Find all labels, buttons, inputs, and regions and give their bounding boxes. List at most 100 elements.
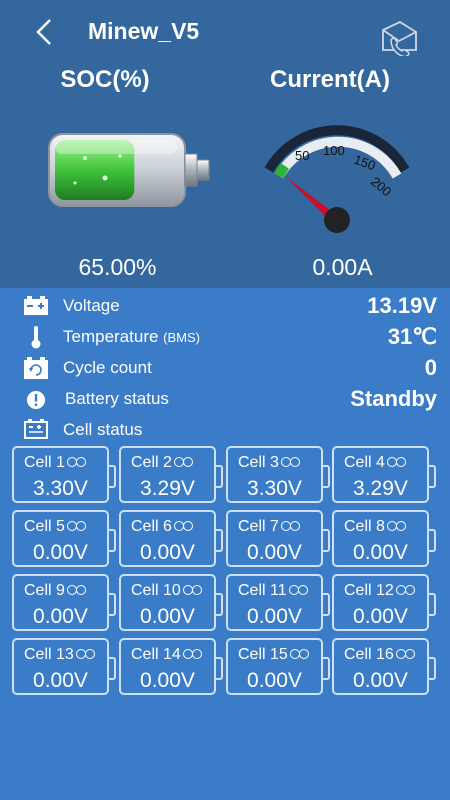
cell-label: Cell 12: [344, 582, 394, 600]
cell-label: Cell 7: [238, 518, 279, 536]
battery-status-value: Standby: [350, 386, 437, 411]
cell-card[interactable]: Cell 11 0.00V: [226, 574, 330, 631]
gauge-tick-100: 100: [323, 143, 345, 158]
cell-voltage: 3.29V: [140, 477, 195, 500]
gauge-tick-50: 50: [295, 148, 309, 163]
cell-label: Cell 6: [131, 518, 172, 536]
cell-voltage: 0.00V: [140, 669, 195, 692]
cell-card[interactable]: Cell 9 0.00V: [12, 574, 116, 631]
balance-indicator-icon: [395, 646, 415, 664]
cell-label: Cell 4: [344, 454, 385, 472]
cell-card[interactable]: Cell 5 0.00V: [12, 510, 116, 567]
balance-indicator-icon: [386, 518, 406, 536]
balance-indicator-icon: [280, 518, 300, 536]
cell-label: Cell 9: [24, 582, 65, 600]
current-value: 0.00A: [312, 254, 373, 280]
temperature-row: Temperature (BMS) 31℃: [0, 321, 450, 352]
cell-name: Cell 9: [14, 582, 107, 600]
cell-voltage: 0.00V: [247, 669, 302, 692]
thermometer-icon: [31, 326, 41, 349]
cycle-battery-icon: [24, 357, 48, 379]
envelope-phone-icon[interactable]: [380, 20, 418, 56]
cell-voltage: 0.00V: [353, 541, 408, 564]
cell-label: Cell 2: [131, 454, 172, 472]
cell-card[interactable]: Cell 2 3.29V: [119, 446, 223, 503]
cell-name: Cell 12: [334, 582, 427, 600]
cell-card[interactable]: Cell 12 0.00V: [332, 574, 436, 631]
cell-voltage: 0.00V: [33, 605, 88, 628]
cell-voltage: 0.00V: [353, 605, 408, 628]
alert-icon: [27, 391, 45, 409]
cell-name: Cell 7: [228, 518, 321, 536]
cell-card[interactable]: Cell 3 3.30V: [226, 446, 330, 503]
cell-card[interactable]: Cell 10 0.00V: [119, 574, 223, 631]
balance-indicator-icon: [75, 646, 95, 664]
cell-voltage: 3.30V: [33, 477, 88, 500]
cell-voltage: 0.00V: [33, 541, 88, 564]
voltage-row: Voltage 13.19V: [0, 290, 450, 321]
cell-card[interactable]: Cell 4 3.29V: [332, 446, 436, 503]
voltage-label: Voltage: [63, 296, 120, 315]
cell-card[interactable]: Cell 7 0.00V: [226, 510, 330, 567]
cell-label: Cell 3: [238, 454, 279, 472]
cell-voltage: 0.00V: [140, 605, 195, 628]
balance-indicator-icon: [182, 646, 202, 664]
cell-label: Cell 1: [24, 454, 65, 472]
cell-name: Cell 16: [334, 646, 427, 664]
balance-indicator-icon: [182, 582, 202, 600]
soc-label: SOC(%): [60, 66, 150, 93]
gauge-tick-200: 200: [368, 174, 394, 199]
balance-indicator-icon: [386, 454, 406, 472]
balance-indicator-icon: [280, 454, 300, 472]
current-label: Current(A): [270, 66, 390, 93]
battery-level-icon: [48, 133, 210, 207]
cell-voltage: 0.00V: [353, 669, 408, 692]
temperature-label: Temperature (BMS): [63, 327, 201, 346]
cycle-count-label: Cycle count: [63, 358, 152, 377]
cell-name: Cell 11: [228, 582, 321, 600]
cell-card[interactable]: Cell 8 0.00V: [332, 510, 436, 567]
cell-voltage: 0.00V: [33, 669, 88, 692]
balance-indicator-icon: [66, 582, 86, 600]
cycle-count-value: 0: [424, 355, 437, 380]
cycle-count-row: Cycle count 0: [0, 352, 450, 383]
voltage-value: 13.19V: [367, 293, 437, 318]
cell-name: Cell 15: [228, 646, 321, 664]
cell-status-row: Cell status: [0, 414, 450, 445]
balance-indicator-icon: [66, 454, 86, 472]
cell-label: Cell 8: [344, 518, 385, 536]
cell-voltage: 3.30V: [247, 477, 302, 500]
cell-card[interactable]: Cell 15 0.00V: [226, 638, 330, 695]
cell-label: Cell 14: [131, 646, 181, 664]
cell-voltage: 3.29V: [353, 477, 408, 500]
cell-name: Cell 14: [121, 646, 214, 664]
cell-card[interactable]: Cell 14 0.00V: [119, 638, 223, 695]
cell-label: Cell 10: [131, 582, 181, 600]
cell-name: Cell 13: [14, 646, 107, 664]
cell-label: Cell 16: [344, 646, 394, 664]
header-panel: Minew_V5 SOC(%) Current(A) 50 100 150 20…: [0, 0, 450, 288]
cell-card[interactable]: Cell 6 0.00V: [119, 510, 223, 567]
current-gauge: 50 100 150 200: [264, 125, 410, 233]
cell-name: Cell 4: [334, 454, 427, 472]
cell-card[interactable]: Cell 16 0.00V: [332, 638, 436, 695]
page-title: Minew_V5: [88, 18, 200, 44]
cell-name: Cell 3: [228, 454, 321, 472]
cell-name: Cell 6: [121, 518, 214, 536]
cell-card[interactable]: Cell 1 3.30V: [12, 446, 116, 503]
cell-voltage: 0.00V: [140, 541, 195, 564]
cell-status-label: Cell status: [63, 420, 143, 439]
chevron-left-icon[interactable]: [32, 16, 56, 48]
battery-status-label: Battery status: [65, 389, 169, 408]
cell-name: Cell 2: [121, 454, 214, 472]
balance-indicator-icon: [288, 582, 308, 600]
cell-name: Cell 5: [14, 518, 107, 536]
cell-card[interactable]: Cell 13 0.00V: [12, 638, 116, 695]
cell-label: Cell 15: [238, 646, 288, 664]
cell-label: Cell 13: [24, 646, 74, 664]
cell-status-icon: [24, 419, 48, 439]
cell-label: Cell 5: [24, 518, 65, 536]
cell-name: Cell 8: [334, 518, 427, 536]
cell-voltage: 0.00V: [247, 605, 302, 628]
balance-indicator-icon: [289, 646, 309, 664]
